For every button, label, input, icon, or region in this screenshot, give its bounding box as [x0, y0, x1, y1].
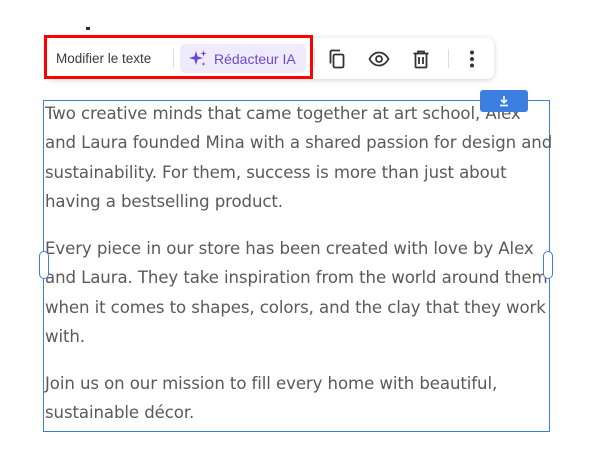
download-button[interactable]: [480, 90, 528, 112]
ai-writer-label: Rédacteur IA: [214, 50, 296, 67]
resize-handle-left[interactable]: [39, 251, 49, 279]
preview-button[interactable]: [367, 47, 391, 71]
sparkle-icon: [189, 50, 207, 66]
floating-toolbar: Modifier le texte Rédacteur IA: [46, 38, 494, 79]
paragraph: Two creative minds that came together at…: [45, 104, 553, 211]
paragraph: Join us on our mission to fill every hom…: [45, 374, 498, 423]
download-icon: [500, 96, 508, 107]
toolbar-divider: [448, 49, 449, 68]
more-options-button[interactable]: [460, 47, 484, 71]
eye-icon: [368, 51, 390, 67]
toolbar-divider: [173, 49, 174, 68]
toolbar-divider: [314, 49, 315, 68]
stray-mark: [86, 27, 90, 30]
edit-text-button[interactable]: Modifier le texte: [56, 38, 151, 79]
ai-writer-button[interactable]: Rédacteur IA: [180, 44, 306, 73]
paragraph: Every piece in our store has been create…: [45, 239, 548, 346]
delete-button[interactable]: [409, 47, 433, 71]
trash-icon: [413, 50, 429, 69]
copy-icon: [329, 49, 345, 69]
duplicate-button[interactable]: [325, 47, 349, 71]
more-vertical-icon: [470, 50, 474, 68]
resize-handle-right[interactable]: [543, 251, 553, 279]
